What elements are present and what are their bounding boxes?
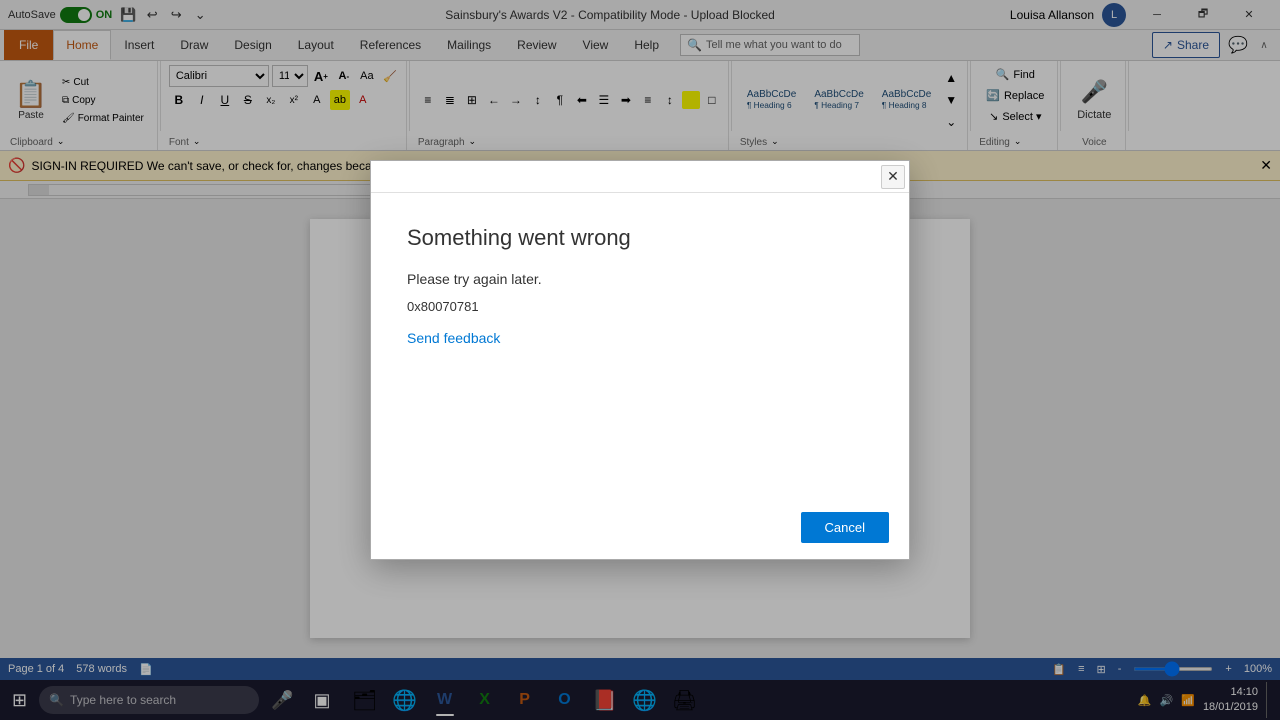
modal-close-button[interactable]: ✕ (881, 165, 905, 189)
modal-header: ✕ (371, 161, 909, 193)
error-modal: ✕ Something went wrong Please try again … (370, 160, 910, 560)
modal-error-code: 0x80070781 (407, 299, 873, 314)
cancel-button[interactable]: Cancel (801, 512, 889, 543)
modal-body: Something went wrong Please try again la… (371, 193, 909, 496)
send-feedback-link[interactable]: Send feedback (407, 330, 500, 346)
modal-footer: Cancel (371, 496, 909, 559)
modal-title: Something went wrong (407, 225, 873, 251)
modal-message: Please try again later. (407, 271, 873, 287)
modal-overlay: ✕ Something went wrong Please try again … (0, 0, 1280, 720)
